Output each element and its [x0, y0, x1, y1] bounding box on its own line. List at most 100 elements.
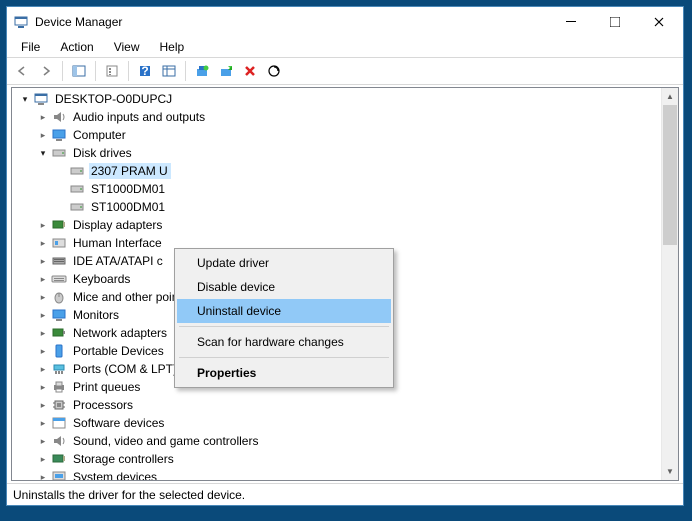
monitor-icon: [51, 127, 67, 143]
context-menu: Update driver Disable device Uninstall d…: [174, 248, 394, 388]
expander-icon[interactable]: ▾: [36, 146, 50, 160]
menu-properties[interactable]: Properties: [177, 361, 391, 385]
expander-icon[interactable]: ▸: [36, 326, 50, 340]
expander-icon[interactable]: ▸: [36, 236, 50, 250]
expander-icon[interactable]: ▸: [36, 218, 50, 232]
node-label: Processors: [71, 397, 136, 413]
menu-separator: [179, 326, 389, 327]
computer-category[interactable]: ▸ Computer: [16, 126, 661, 144]
node-label: Human Interface: [71, 235, 165, 251]
printer-icon: [51, 379, 67, 395]
minimize-button[interactable]: [549, 8, 593, 36]
help-button[interactable]: ?: [134, 60, 156, 82]
menu-help[interactable]: Help: [152, 38, 193, 56]
menu-file[interactable]: File: [13, 38, 48, 56]
menu-view[interactable]: View: [106, 38, 148, 56]
node-label: Display adapters: [71, 217, 165, 233]
titlebar[interactable]: Device Manager: [7, 7, 683, 37]
window-title: Device Manager: [35, 15, 549, 29]
expander-icon[interactable]: ▸: [36, 128, 50, 142]
scroll-thumb[interactable]: [663, 105, 677, 245]
expander-icon[interactable]: ▸: [36, 308, 50, 322]
expander-icon[interactable]: ▸: [36, 398, 50, 412]
sound-category[interactable]: ▸ Sound, video and game controllers: [16, 432, 661, 450]
menu-update-driver[interactable]: Update driver: [177, 251, 391, 275]
statusbar: Uninstalls the driver for the selected d…: [7, 483, 683, 505]
expander-icon[interactable]: ▸: [36, 452, 50, 466]
expander-icon[interactable]: ▸: [36, 416, 50, 430]
node-label: Storage controllers: [71, 451, 177, 467]
monitor-icon: [51, 307, 67, 323]
expander-icon[interactable]: ▸: [36, 362, 50, 376]
node-label: Sound, video and game controllers: [71, 433, 261, 449]
portable-icon: [51, 343, 67, 359]
separator: [128, 61, 129, 81]
forward-button[interactable]: [35, 60, 57, 82]
processors-category[interactable]: ▸ Processors: [16, 396, 661, 414]
expander-icon[interactable]: ▸: [36, 290, 50, 304]
diskdrives-category[interactable]: ▾ Disk drives: [16, 144, 661, 162]
node-label: Monitors: [71, 307, 122, 323]
disk-device[interactable]: ST1000DM01: [16, 180, 661, 198]
menu-scan-hardware[interactable]: Scan for hardware changes: [177, 330, 391, 354]
expander-icon[interactable]: ▸: [36, 470, 50, 480]
cpu-icon: [51, 397, 67, 413]
expander-icon[interactable]: ▸: [36, 380, 50, 394]
separator: [62, 61, 63, 81]
back-button[interactable]: [11, 60, 33, 82]
node-label: ST1000DM01: [89, 199, 168, 215]
speaker-icon: [51, 109, 67, 125]
expander-icon[interactable]: ▸: [36, 254, 50, 268]
scroll-up-arrow[interactable]: ▲: [662, 88, 678, 105]
mouse-icon: [51, 289, 67, 305]
toolbar: ?: [7, 57, 683, 85]
menu-separator: [179, 357, 389, 358]
menu-uninstall-device[interactable]: Uninstall device: [177, 299, 391, 323]
network-icon: [51, 325, 67, 341]
expander-icon[interactable]: ▾: [18, 92, 32, 106]
display-category[interactable]: ▸ Display adapters: [16, 216, 661, 234]
software-category[interactable]: ▸ Software devices: [16, 414, 661, 432]
root-node[interactable]: ▾ DESKTOP-O0DUPCJ: [16, 90, 661, 108]
properties-button[interactable]: [101, 60, 123, 82]
menu-disable-device[interactable]: Disable device: [177, 275, 391, 299]
hid-icon: [51, 235, 67, 251]
node-label: ST1000DM01: [89, 181, 168, 197]
node-label: Computer: [71, 127, 129, 143]
storage-category[interactable]: ▸ Storage controllers: [16, 450, 661, 468]
uninstall-device-icon[interactable]: [239, 60, 261, 82]
disk-device[interactable]: 2307 PRAM U: [16, 162, 661, 180]
scroll-down-arrow[interactable]: ▼: [662, 463, 678, 480]
disk-device[interactable]: ST1000DM01: [16, 198, 661, 216]
speaker-icon: [51, 433, 67, 449]
storage-icon: [51, 451, 67, 467]
vertical-scrollbar[interactable]: ▲ ▼: [661, 88, 678, 480]
expander-icon[interactable]: ▸: [36, 434, 50, 448]
node-label: Print queues: [71, 379, 143, 395]
expander-icon[interactable]: ▸: [36, 110, 50, 124]
expander-icon[interactable]: ▸: [36, 272, 50, 286]
show-hide-tree-button[interactable]: [68, 60, 90, 82]
expander-icon[interactable]: ▸: [36, 344, 50, 358]
node-label: DESKTOP-O0DUPCJ: [53, 91, 175, 107]
node-label: Ports (COM & LPT): [71, 361, 180, 377]
node-label: System devices: [71, 469, 160, 480]
maximize-button[interactable]: [593, 8, 637, 36]
system-category[interactable]: ▸ System devices: [16, 468, 661, 480]
scan-hardware-icon[interactable]: [263, 60, 285, 82]
audio-category[interactable]: ▸ Audio inputs and outputs: [16, 108, 661, 126]
node-label: Portable Devices: [71, 343, 167, 359]
disable-device-icon[interactable]: [215, 60, 237, 82]
node-label: 2307 PRAM U: [89, 163, 171, 179]
node-label: IDE ATA/ATAPI c: [71, 253, 166, 269]
update-driver-icon[interactable]: [191, 60, 213, 82]
computer-icon: [33, 91, 49, 107]
drive-icon: [69, 199, 85, 215]
menu-action[interactable]: Action: [52, 38, 101, 56]
list-button[interactable]: [158, 60, 180, 82]
close-button[interactable]: [637, 8, 681, 36]
node-label: Network adapters: [71, 325, 170, 341]
node-label: Software devices: [71, 415, 167, 431]
separator: [95, 61, 96, 81]
system-icon: [51, 469, 67, 480]
